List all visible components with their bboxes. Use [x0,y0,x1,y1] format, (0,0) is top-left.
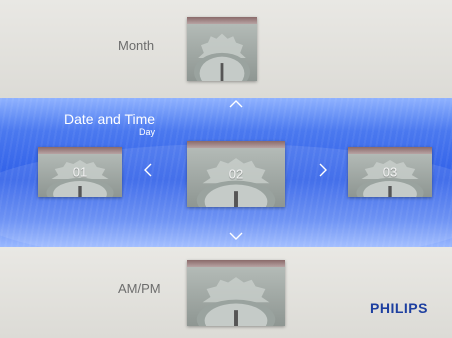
thumbnail-frame [187,141,285,148]
gear-icon [196,277,276,326]
prev-day-value: 01 [72,164,88,180]
thumbnail-frame [38,147,122,154]
ampm-label: AM/PM [118,281,161,296]
current-day-thumbnail[interactable]: 02 [187,141,285,207]
date-time-title: Date and Time [64,111,156,127]
thumbnail-frame [348,147,432,154]
day-sublabel: Day [139,127,156,137]
current-day-value: 02 [228,166,244,182]
philips-logo: PHILIPS [370,300,428,316]
gear-icon [194,33,250,81]
month-label: Month [118,38,155,53]
thumbnail-frame [187,260,285,267]
chevron-right-icon[interactable] [319,163,327,177]
next-day-value: 03 [382,164,398,180]
thumbnail-frame [187,17,257,24]
prev-day-thumbnail[interactable]: 01 [38,147,122,197]
chevron-down-icon[interactable] [229,232,243,240]
month-thumbnail[interactable] [187,17,257,81]
chevron-up-icon[interactable] [229,100,243,108]
chevron-left-icon[interactable] [144,163,152,177]
ampm-thumbnail[interactable] [187,260,285,326]
next-day-thumbnail[interactable]: 03 [348,147,432,197]
